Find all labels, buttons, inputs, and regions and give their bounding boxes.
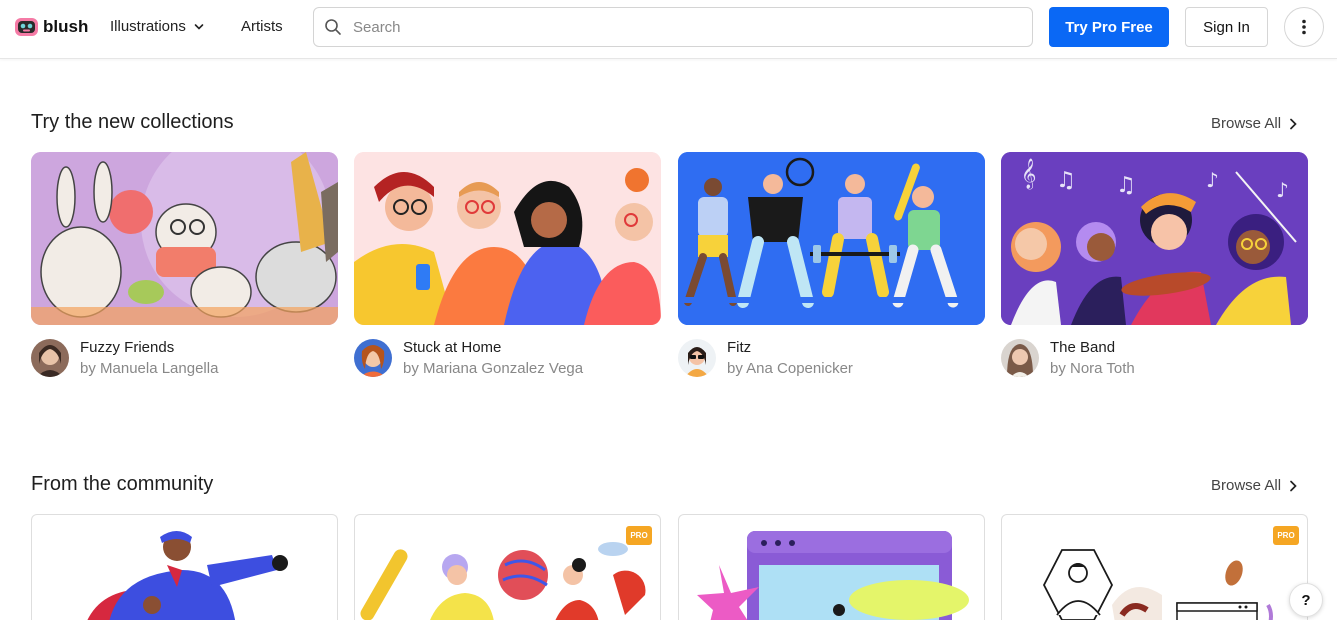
chevron-right-icon [1290, 118, 1297, 129]
community-card[interactable]: PRO [354, 514, 661, 620]
collection-name[interactable]: Stuck at Home [403, 339, 501, 356]
collection-author[interactable]: by Ana Copenicker [727, 360, 853, 377]
blush-logo[interactable]: blush [14, 14, 88, 39]
try-pro-free-button[interactable]: Try Pro Free [1049, 7, 1169, 47]
pro-badge: PRO [626, 526, 652, 545]
collection-meta-stuck-at-home: Stuck at Home by Mariana Gonzalez Vega [354, 339, 654, 379]
vertical-dots-icon [1302, 19, 1306, 35]
community-illustration [87, 531, 288, 620]
svg-text:♪: ♪ [1276, 178, 1289, 202]
browse-all-label: Browse All [1211, 477, 1282, 494]
community-illustration [360, 542, 646, 620]
collection-card-the-band[interactable]: 𝄞 ♫ ♫ ♪ ♪ [1001, 152, 1308, 325]
avatar[interactable] [31, 339, 69, 377]
search-bar [313, 7, 1033, 47]
collection-author[interactable]: by Nora Toth [1050, 360, 1135, 377]
nav-illustrations-label: Illustrations [110, 18, 186, 35]
sign-in-button[interactable]: Sign In [1185, 7, 1268, 47]
logo-text: blush [43, 16, 89, 36]
stuck-at-home-illustration [354, 152, 661, 325]
browse-all-label: Browse All [1211, 115, 1282, 132]
svg-text:♪: ♪ [1206, 168, 1219, 192]
pro-badge: PRO [1273, 526, 1299, 545]
blush-logo-icon [15, 18, 38, 36]
community-section-title: From the community [31, 473, 214, 495]
svg-text:𝄞: 𝄞 [1021, 158, 1036, 190]
more-options-button[interactable] [1284, 7, 1324, 47]
avatar[interactable] [678, 339, 716, 377]
collection-meta-the-band: The Band by Nora Toth [1001, 339, 1301, 379]
nav-illustrations-dropdown[interactable]: Illustrations [110, 18, 204, 35]
fuzzy-friends-illustration [31, 152, 338, 325]
collection-card-fitz[interactable] [678, 152, 985, 325]
the-band-illustration: 𝄞 ♫ ♫ ♪ ♪ [1001, 152, 1308, 325]
collection-card-stuck-at-home[interactable] [354, 152, 661, 325]
chevron-down-icon [194, 23, 204, 30]
community-card[interactable] [31, 514, 338, 620]
avatar[interactable] [1001, 339, 1039, 377]
top-navbar: blush Illustrations Artists Try Pro Free… [0, 0, 1337, 59]
avatar[interactable] [354, 339, 392, 377]
collection-author[interactable]: by Mariana Gonzalez Vega [403, 360, 583, 377]
collections-browse-all-link[interactable]: Browse All [1211, 115, 1297, 132]
collection-card-fuzzy-friends[interactable] [31, 152, 338, 325]
community-illustration [1042, 549, 1273, 620]
community-card[interactable] [678, 514, 985, 620]
search-input[interactable] [353, 8, 1023, 46]
help-button[interactable]: ? [1289, 583, 1323, 617]
collection-name[interactable]: The Band [1050, 339, 1115, 356]
collections-section-title: Try the new collections [31, 111, 234, 133]
search-icon [325, 19, 341, 35]
collection-name[interactable]: Fuzzy Friends [80, 339, 174, 356]
collection-name[interactable]: Fitz [727, 339, 751, 356]
svg-text:♫: ♫ [1056, 168, 1076, 193]
collection-meta-fuzzy-friends: Fuzzy Friends by Manuela Langella [31, 339, 331, 379]
svg-text:♫: ♫ [1116, 173, 1136, 198]
nav-artists-link[interactable]: Artists [241, 18, 283, 35]
chevron-right-icon [1290, 480, 1297, 491]
fitz-illustration [678, 152, 985, 325]
community-browse-all-link[interactable]: Browse All [1211, 477, 1297, 494]
collection-author[interactable]: by Manuela Langella [80, 360, 218, 377]
community-illustration [697, 531, 969, 620]
collection-meta-fitz: Fitz by Ana Copenicker [678, 339, 978, 379]
community-card[interactable]: PRO [1001, 514, 1308, 620]
